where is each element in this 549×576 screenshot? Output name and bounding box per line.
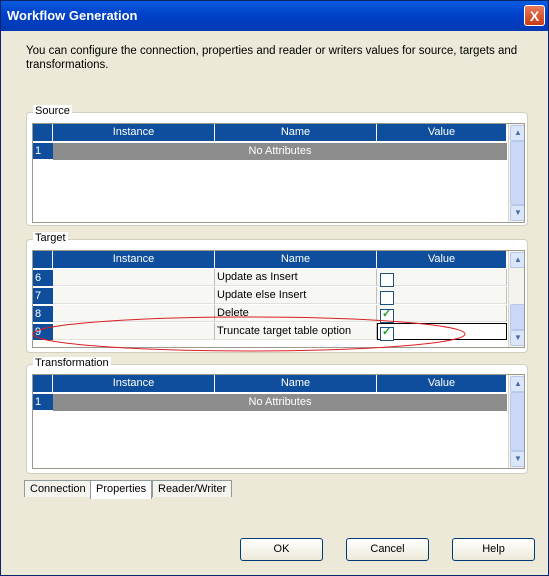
target-name-cell[interactable]: Update else Insert (215, 287, 377, 304)
transformation-row-number[interactable]: 1 (33, 393, 53, 410)
scroll-thumb[interactable] (510, 141, 524, 205)
scroll-up-icon[interactable]: ▲ (510, 252, 524, 268)
transformation-no-attributes: No Attributes (53, 394, 507, 411)
transformation-corner-header (33, 375, 53, 392)
target-instance-cell[interactable] (53, 287, 215, 304)
title-bar[interactable]: Workflow Generation X (1, 1, 548, 31)
transformation-instance-header[interactable]: Instance (53, 375, 215, 392)
source-label: Source (33, 105, 72, 117)
target-instance-cell[interactable] (53, 269, 215, 286)
cancel-button[interactable]: Cancel (346, 538, 429, 561)
source-instance-header[interactable]: Instance (53, 124, 215, 141)
ok-button[interactable]: OK (240, 538, 323, 561)
target-row-number[interactable]: 7 (33, 287, 53, 304)
scroll-down-icon[interactable]: ▼ (510, 451, 524, 467)
target-row-number[interactable]: 6 (33, 269, 53, 286)
tab-properties[interactable]: Properties (90, 480, 153, 499)
scroll-up-icon[interactable]: ▲ (510, 125, 524, 141)
update-as-insert-checkbox[interactable] (380, 273, 394, 287)
scroll-down-icon[interactable]: ▼ (510, 205, 524, 221)
target-label: Target (33, 232, 68, 244)
target-instance-header[interactable]: Instance (53, 251, 215, 268)
source-no-attributes: No Attributes (53, 143, 507, 160)
source-value-header[interactable]: Value (377, 124, 507, 141)
target-scrollbar[interactable]: ▲ ▼ (508, 251, 524, 347)
tab-connection[interactable]: Connection (24, 480, 92, 497)
scroll-thumb[interactable] (510, 304, 524, 330)
intro-text: You can configure the connection, proper… (26, 45, 518, 71)
transformation-scrollbar[interactable]: ▲ ▼ (508, 375, 524, 468)
transformation-label: Transformation (33, 357, 111, 369)
highlight-ellipse (32, 316, 466, 352)
target-value-cell[interactable] (377, 287, 507, 304)
target-corner-header (33, 251, 53, 268)
scroll-thumb[interactable] (510, 392, 524, 451)
target-name-cell[interactable]: Update as Insert (215, 269, 377, 286)
source-grid[interactable]: Instance Name Value 1 No Attributes ▲ ▼ (32, 123, 525, 223)
scroll-down-icon[interactable]: ▼ (510, 330, 524, 346)
window-title: Workflow Generation (7, 8, 138, 23)
tab-reader-writer[interactable]: Reader/Writer (152, 480, 233, 497)
source-corner-header (33, 124, 53, 141)
help-button[interactable]: Help (452, 538, 535, 561)
source-row-number[interactable]: 1 (33, 142, 53, 159)
source-name-header[interactable]: Name (215, 124, 377, 141)
close-button[interactable]: X (524, 5, 545, 26)
target-value-header[interactable]: Value (377, 251, 507, 268)
update-else-insert-checkbox[interactable] (380, 291, 394, 305)
target-name-header[interactable]: Name (215, 251, 377, 268)
transformation-grid[interactable]: Instance Name Value 1 No Attributes ▲ ▼ (32, 374, 525, 469)
transformation-name-header[interactable]: Name (215, 375, 377, 392)
source-scrollbar[interactable]: ▲ ▼ (508, 124, 524, 222)
transformation-value-header[interactable]: Value (377, 375, 507, 392)
scroll-up-icon[interactable]: ▲ (510, 376, 524, 392)
target-value-cell[interactable] (377, 269, 507, 286)
